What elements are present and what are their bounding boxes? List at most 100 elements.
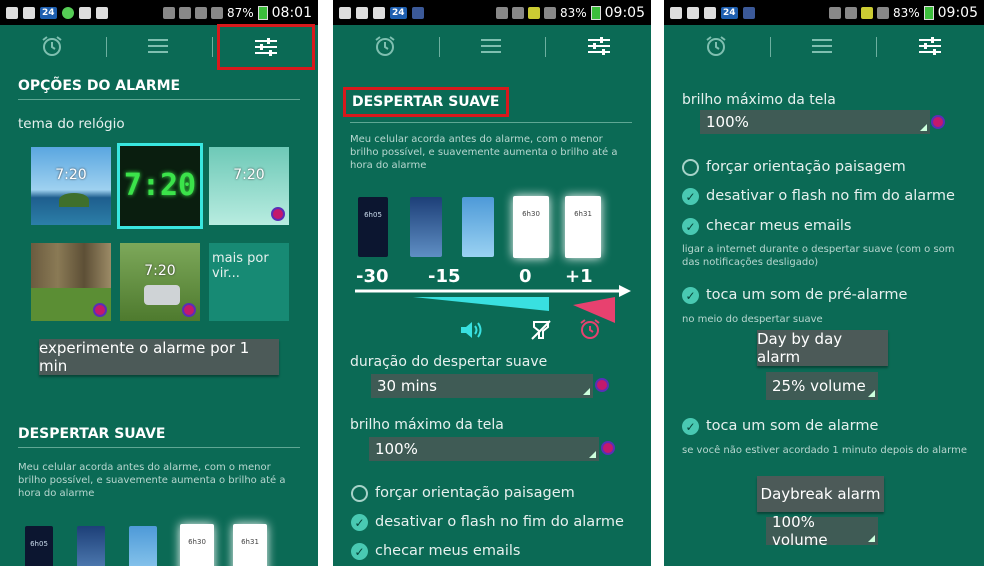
play-alarm-checkbox[interactable]: ✓	[682, 418, 699, 435]
flash-off-icon	[531, 320, 551, 340]
alarm-volume-value: 100% volume	[772, 513, 828, 549]
play-alarm-description: se você não estiver acordado 1 minuto de…	[682, 445, 967, 456]
brightness-select[interactable]: 100%	[700, 110, 930, 134]
more-coming-tile: mais por vir...	[209, 243, 289, 321]
check-emails-checkbox[interactable]: ✓	[682, 218, 699, 235]
try-alarm-button[interactable]: experimente o alarme por 1 min	[39, 339, 279, 375]
alarm-clock-icon	[580, 319, 600, 339]
locked-icon	[931, 115, 945, 129]
tab-menu[interactable]	[128, 31, 188, 61]
tab-settings[interactable]	[217, 24, 315, 70]
preview-bright: 6h30	[513, 196, 549, 258]
phone-screen-1: 24 87% 08:01 OPÇÕES DO ALARME tema do re…	[0, 0, 318, 566]
image-icon	[356, 6, 368, 19]
wifi-icon	[194, 6, 207, 19]
brightness-value: 100%	[375, 440, 418, 458]
wifi-icon	[860, 6, 873, 19]
mute-icon	[828, 6, 841, 19]
status-bar: 24 87% 08:01	[0, 0, 318, 25]
theme-thumbnail-grid[interactable]: 7:20	[209, 147, 289, 225]
clock-time: 08:01	[271, 4, 312, 21]
notification-icon	[339, 6, 351, 19]
preview-time: 6h30	[188, 538, 206, 546]
preview-bright: 6h31	[565, 196, 601, 258]
tab-bar	[664, 25, 984, 67]
pre-alarm-sound-button[interactable]: Day by day alarm	[757, 330, 888, 366]
island-shape	[59, 193, 89, 207]
force-landscape-radio[interactable]	[682, 159, 699, 176]
status-bar: 24 83% 09:05	[333, 0, 651, 25]
theme-thumbnail-camera[interactable]: 7:20	[120, 243, 200, 321]
menu-icon	[148, 39, 168, 53]
disable-flash-checkbox[interactable]: ✓	[682, 188, 699, 205]
check-emails-label: checar meus emails	[706, 218, 852, 234]
check-emails-checkbox[interactable]: ✓	[351, 543, 368, 560]
battery-icon	[923, 5, 934, 20]
preview-medium	[462, 197, 494, 257]
menu-icon	[812, 39, 832, 53]
battery-percent: 83%	[559, 5, 587, 20]
tab-alarm[interactable]	[355, 31, 415, 61]
more-coming-label: mais por vir...	[212, 251, 269, 281]
pre-alarm-volume-value: 25% volume	[772, 377, 866, 395]
locked-icon	[271, 207, 285, 221]
clock-time: 09:05	[937, 4, 978, 21]
duration-value: 30 mins	[377, 377, 437, 395]
theme-thumbnail-digital[interactable]: 7:20	[117, 143, 203, 229]
theme-clock-text: 7:20	[144, 263, 176, 279]
theme-clock-text: 7:20	[123, 168, 197, 203]
wifi-icon	[527, 6, 540, 19]
disable-flash-checkbox[interactable]: ✓	[351, 514, 368, 531]
preview-time: 6h31	[574, 210, 592, 218]
settings-sliders-icon	[255, 38, 277, 56]
image-icon	[373, 6, 385, 19]
signal-icon	[210, 6, 223, 19]
alarm-sound-button[interactable]: Daybreak alarm	[757, 476, 884, 512]
calendar-badge: 24	[721, 6, 738, 19]
menu-icon	[481, 39, 501, 53]
locked-icon	[601, 441, 615, 455]
alarm-clock-icon	[706, 36, 726, 56]
brightness-value: 100%	[706, 113, 749, 131]
theme-clock-text: 7:20	[55, 167, 87, 183]
section-description: Meu celular acorda antes do alarme, com …	[18, 462, 286, 499]
phone-screen-3: 24 83% 09:05 brilho máximo da tela 100% …	[664, 0, 984, 566]
preview-time: 6h05	[30, 540, 48, 548]
pre-alarm-volume-select[interactable]: 25% volume	[766, 372, 878, 400]
duration-select[interactable]: 30 mins	[371, 374, 593, 398]
disable-flash-label: desativar o flash no fim do alarme	[706, 188, 955, 204]
image-icon	[78, 6, 91, 19]
tab-bar	[333, 25, 651, 67]
alarm-volume-select[interactable]: 100% volume	[766, 513, 878, 549]
brightness-select[interactable]: 100%	[369, 437, 599, 461]
volume-icon	[461, 322, 482, 338]
locked-icon	[182, 303, 196, 317]
alarm-icon	[95, 6, 108, 19]
pre-alarm-checkbox[interactable]: ✓	[682, 287, 699, 304]
clock-time: 09:05	[604, 4, 645, 21]
tab-menu[interactable]	[461, 31, 521, 61]
mute-icon	[495, 6, 508, 19]
mute-icon	[162, 6, 175, 19]
preview-dim	[77, 526, 105, 566]
tab-settings[interactable]	[569, 31, 629, 61]
calendar-badge: 24	[40, 6, 57, 19]
tab-bar	[0, 24, 318, 70]
whatsapp-icon	[61, 6, 74, 19]
clock-theme-label: tema do relógio	[18, 116, 125, 132]
check-emails-label: checar meus emails	[375, 543, 521, 559]
force-landscape-label: forçar orientação paisagem	[706, 159, 906, 175]
alarm-status-icon	[844, 6, 857, 19]
theme-thumbnail-forest[interactable]	[31, 243, 111, 321]
tab-alarm[interactable]	[686, 31, 746, 61]
force-landscape-radio[interactable]	[351, 485, 368, 502]
theme-thumbnail-island[interactable]: 7:20	[31, 147, 111, 225]
tab-alarm[interactable]	[22, 31, 82, 61]
tab-settings[interactable]	[900, 31, 960, 61]
signal-icon	[876, 6, 889, 19]
tab-menu[interactable]	[792, 31, 852, 61]
preview-time: 6h05	[364, 211, 382, 219]
section-title: DESPERTAR SUAVE	[18, 426, 300, 448]
section-title: DESPERTAR SUAVE	[343, 87, 509, 117]
notification-icon	[6, 6, 18, 19]
